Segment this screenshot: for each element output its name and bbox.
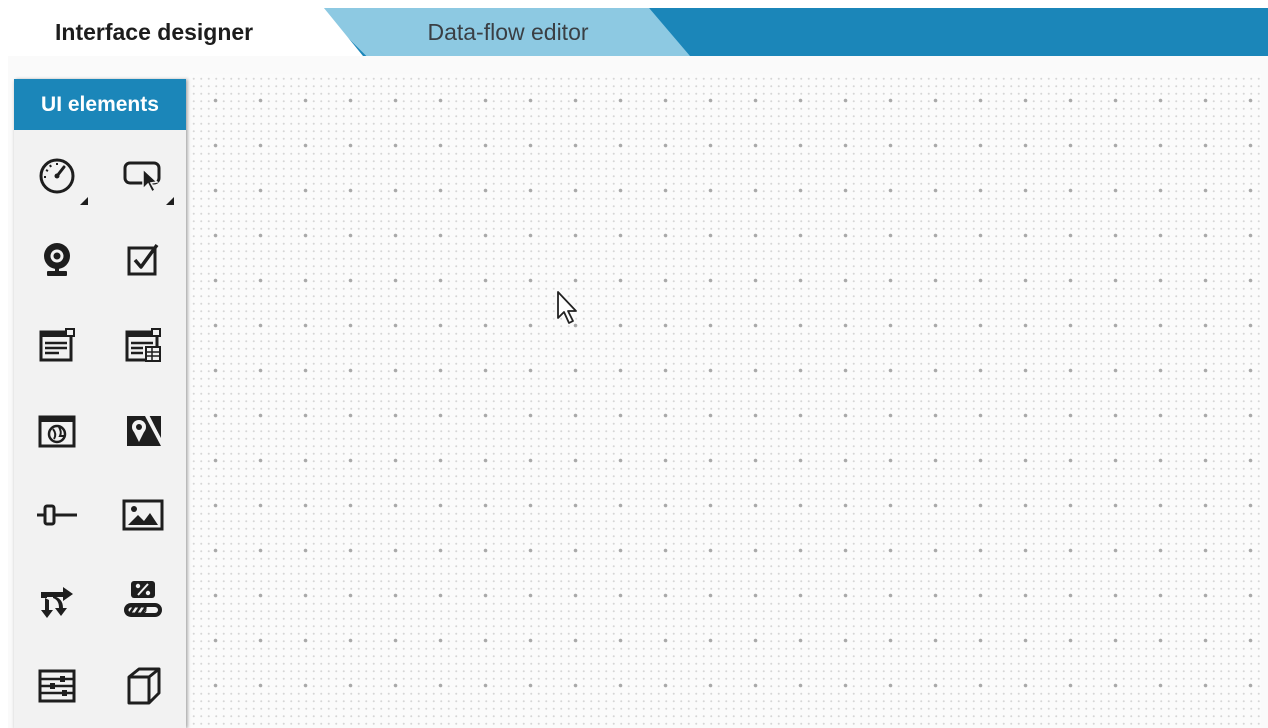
tab-label: Data-flow editor xyxy=(427,18,589,45)
data-table-panel-icon xyxy=(125,327,161,362)
tool-data-flow[interactable] xyxy=(14,557,100,642)
palette-grid xyxy=(14,130,186,727)
gauge-icon xyxy=(39,158,75,193)
tool-data-table-panel[interactable] xyxy=(100,302,186,387)
web-frame-icon xyxy=(38,415,76,447)
settings-list-icon xyxy=(38,669,76,702)
tool-webcam[interactable] xyxy=(14,217,100,302)
tool-touch-button[interactable] xyxy=(100,132,186,217)
design-canvas[interactable] xyxy=(189,74,1261,728)
map-icon xyxy=(127,412,165,447)
text-panel-icon xyxy=(39,327,75,361)
slider-icon xyxy=(37,504,77,525)
submenu-indicator-icon xyxy=(80,197,88,205)
tab-interface-designer[interactable]: Interface designer xyxy=(8,8,363,56)
tab-bar: Data-flow editor Interface designer xyxy=(8,8,1268,56)
tool-image[interactable] xyxy=(100,472,186,557)
tool-slider[interactable] xyxy=(14,472,100,557)
ui-elements-palette: UI elements xyxy=(14,79,186,728)
tool-map[interactable] xyxy=(100,387,186,472)
checkbox-icon xyxy=(127,243,159,275)
mouse-pointer-icon xyxy=(557,291,577,324)
progress-percent-icon xyxy=(124,580,162,617)
webcam-icon xyxy=(44,242,70,276)
tab-data-flow-editor[interactable]: Data-flow editor xyxy=(318,8,690,56)
canvas-area xyxy=(8,56,1268,728)
tool-checkbox[interactable] xyxy=(100,217,186,302)
3d-cube-icon xyxy=(127,667,161,704)
palette-title: UI elements xyxy=(14,79,186,130)
submenu-indicator-icon xyxy=(166,197,174,205)
data-flow-arrows-icon xyxy=(41,586,73,618)
image-icon xyxy=(122,499,164,530)
tab-label: Interface designer xyxy=(55,18,254,45)
tool-3d-model[interactable] xyxy=(100,642,186,727)
tool-gauge[interactable] xyxy=(14,132,100,217)
tool-progress-percent[interactable] xyxy=(100,557,186,642)
tool-text-panel[interactable] xyxy=(14,302,100,387)
tool-web-frame[interactable] xyxy=(14,387,100,472)
tool-settings-list[interactable] xyxy=(14,642,100,727)
touch-button-icon xyxy=(123,161,161,193)
